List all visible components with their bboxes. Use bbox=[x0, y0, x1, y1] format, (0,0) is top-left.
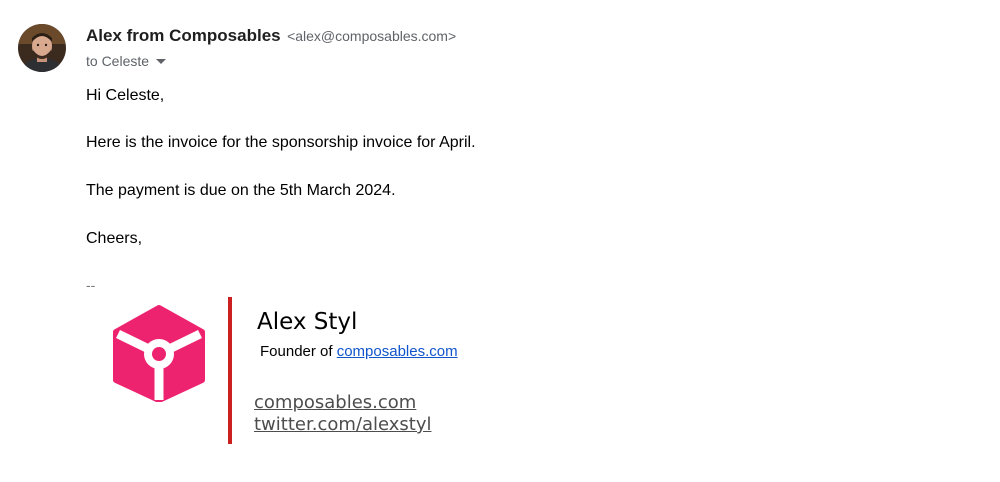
signature-title: Founder of composables.com bbox=[260, 343, 458, 361]
avatar-image bbox=[18, 24, 66, 72]
email-paragraph-due-date: The payment is due on the 5th March 2024… bbox=[86, 182, 396, 199]
composables-logo bbox=[112, 304, 206, 403]
signature-name: Alex Styl bbox=[257, 309, 358, 335]
signature-separator: -- bbox=[86, 277, 96, 293]
sender-line: Alex from Composables <alex@composables.… bbox=[86, 26, 456, 47]
sender-email: <alex@composables.com> bbox=[287, 28, 457, 44]
signature-title-link[interactable]: composables.com bbox=[337, 343, 458, 360]
signature-link-website[interactable]: composables.com bbox=[254, 392, 416, 414]
email-paragraph-invoice: Here is the invoice for the sponsorship … bbox=[86, 134, 476, 151]
recipient-dropdown[interactable]: to Celeste bbox=[86, 52, 167, 70]
email-greeting: Hi Celeste, bbox=[86, 87, 165, 104]
signature-title-prefix: Founder of bbox=[260, 343, 337, 360]
chevron-down-icon bbox=[156, 58, 167, 64]
sender-avatar[interactable] bbox=[18, 24, 66, 72]
signature-link-twitter[interactable]: twitter.com/alexstyl bbox=[254, 414, 431, 436]
recipient-label: to Celeste bbox=[86, 53, 150, 69]
email-signoff: Cheers, bbox=[86, 230, 143, 247]
signature-divider bbox=[228, 297, 232, 444]
sender-name[interactable]: Alex from Composables bbox=[86, 26, 281, 45]
